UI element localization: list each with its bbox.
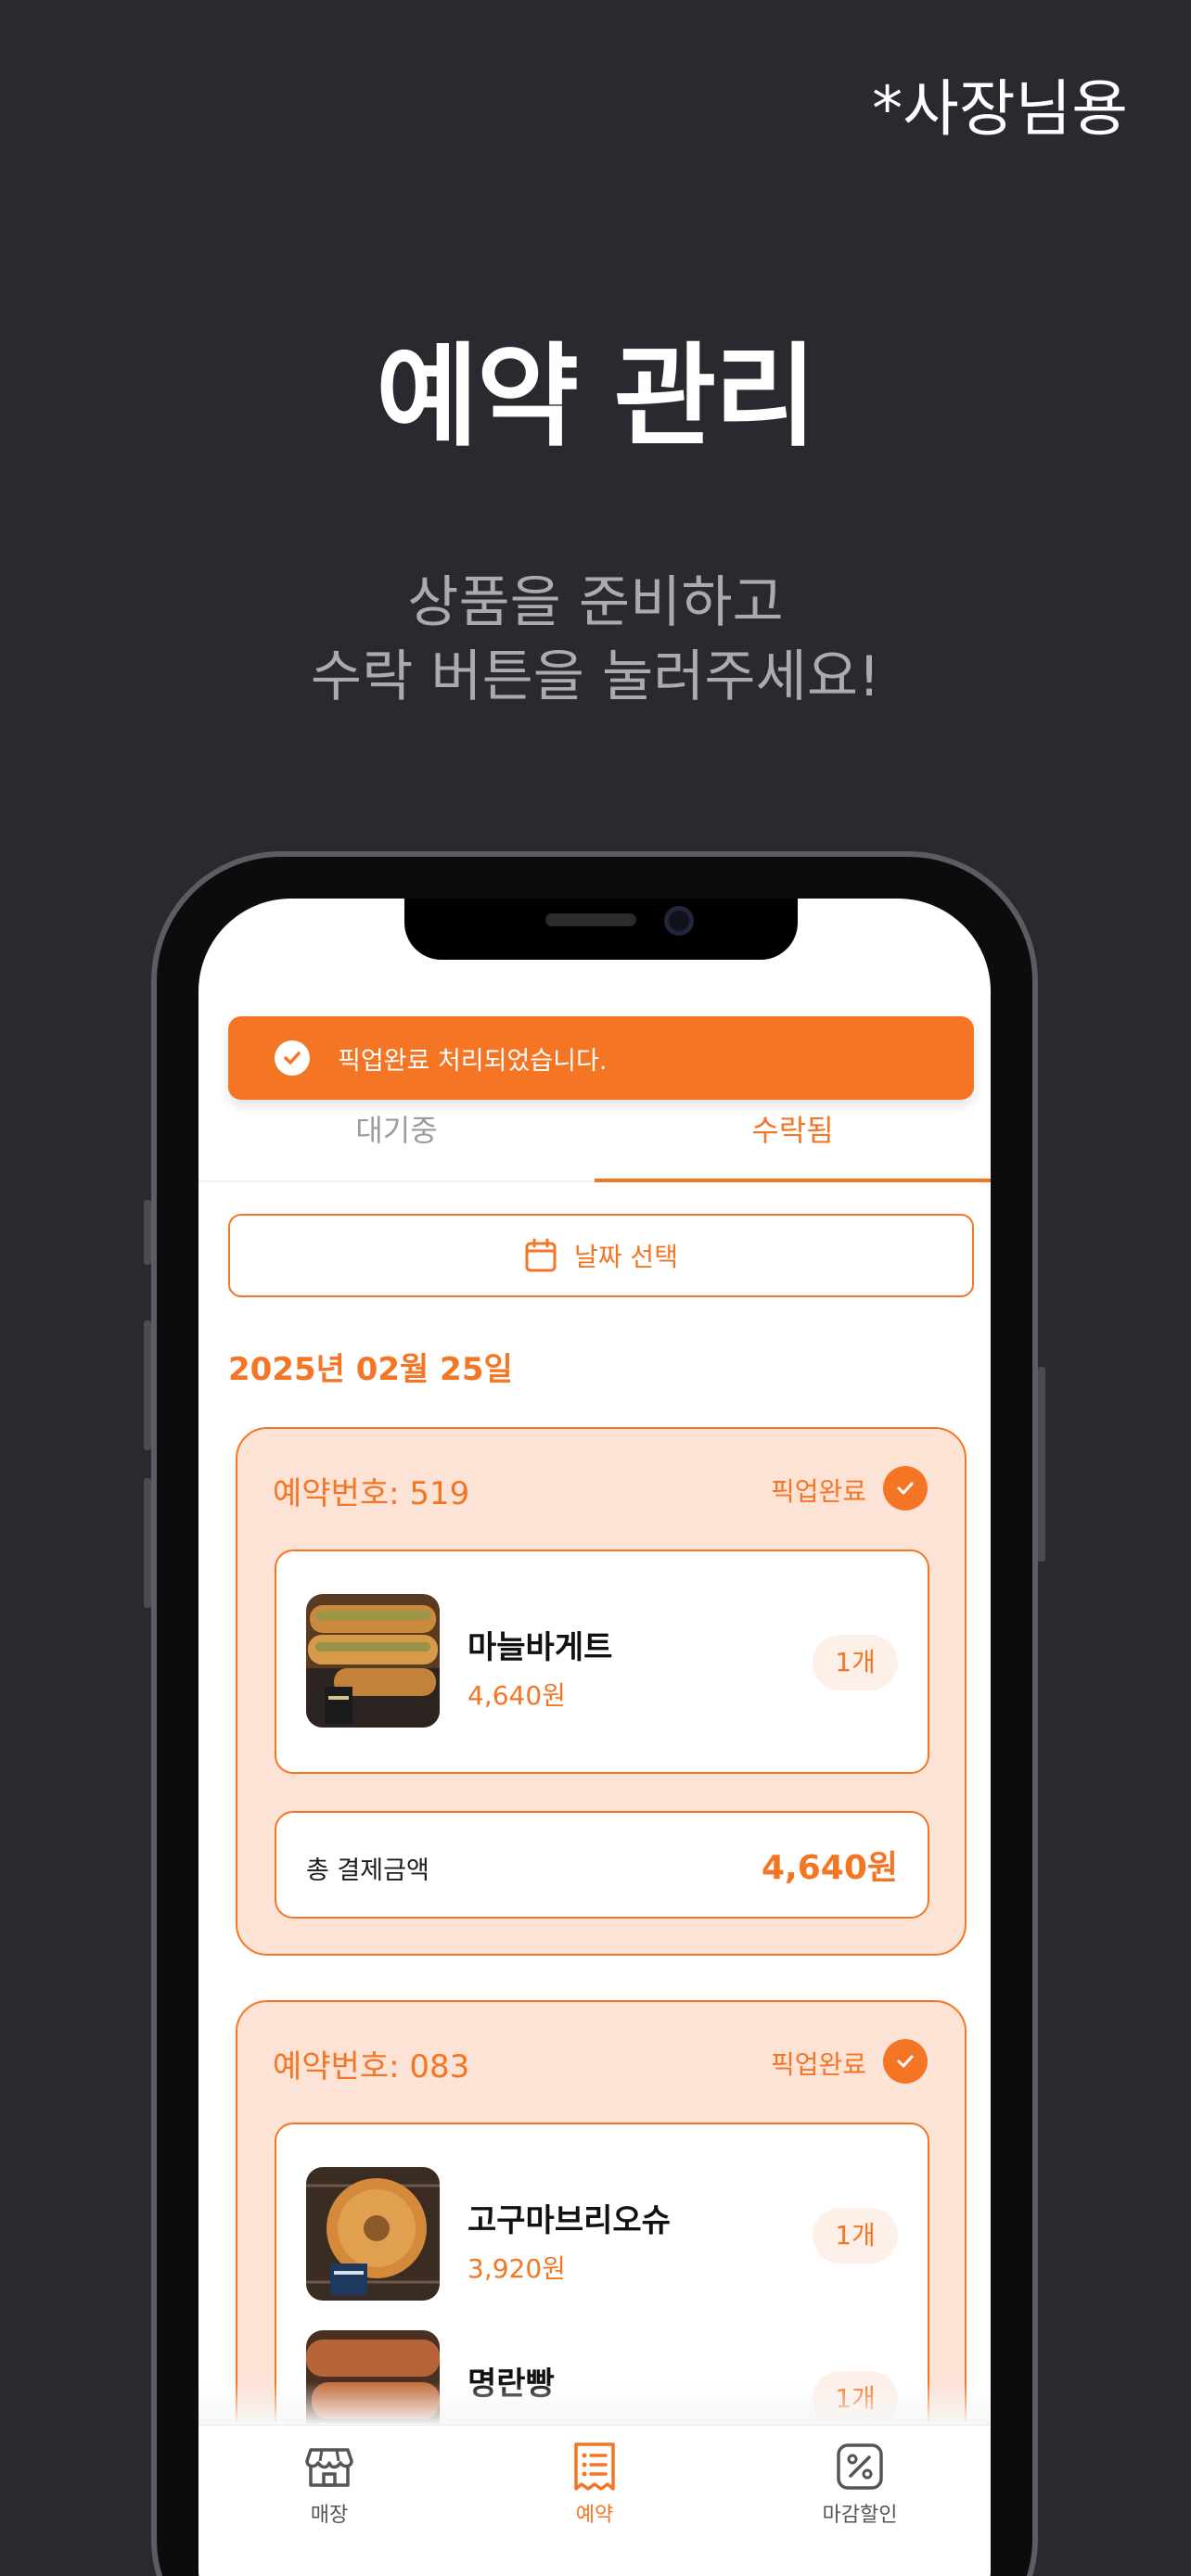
item-price: 3,920원 — [467, 2253, 566, 2284]
sweet-potato-brioche-photo — [306, 2167, 440, 2301]
bottom-navigation: 매장 예약 마감할인 — [198, 2425, 991, 2576]
order-items-box: 마늘바게트 4,640원 1개 — [275, 1549, 929, 1774]
speaker — [545, 913, 636, 926]
garlic-baguette-photo — [306, 1594, 440, 1728]
pickup-check-icon[interactable] — [883, 2039, 928, 2084]
total-label: 총 결제금액 — [306, 1856, 429, 1885]
calendar-icon — [525, 1238, 557, 1272]
front-camera — [664, 906, 694, 936]
subtitle-line-2: 수락 버튼을 눌러주세요! — [310, 644, 881, 709]
nav-store-label: 매장 — [310, 2504, 349, 2527]
scroll-fade — [198, 2382, 991, 2425]
phone-frame: 픽업완료 처리되었습니다. 대기중 수락됨 날짜 선택 2025년 02월 25… — [144, 851, 1045, 2576]
item-name: 고구마브리오슈 — [467, 2202, 671, 2239]
item-price: 4,640원 — [467, 1680, 566, 1711]
subtitle-line-1: 상품을 준비하고 — [407, 570, 784, 635]
nav-reservation-label: 예약 — [575, 2504, 614, 2527]
notch — [404, 899, 798, 960]
receipt-icon — [569, 2441, 621, 2493]
store-icon — [303, 2441, 355, 2493]
order-number: 예약번호: 083 — [273, 2048, 470, 2085]
date-heading: 2025년 02월 25일 — [228, 1351, 513, 1388]
tab-bar: 대기중 수락됨 — [198, 1103, 991, 1182]
nav-closing-discount[interactable]: 마감할인 — [767, 2441, 953, 2528]
nav-store[interactable]: 매장 — [237, 2441, 422, 2528]
order-card: 예약번호: 519 픽업완료 마늘바게트 4,640원 1개 총 결제금액 4,… — [236, 1427, 967, 1956]
check-circle-icon — [275, 1040, 310, 1076]
volume-down-button — [144, 1478, 151, 1608]
volume-up-button — [144, 1320, 151, 1450]
total-value: 4,640원 — [762, 1849, 898, 1887]
pickup-status-label: 픽업완료 — [770, 1476, 866, 1507]
item-quantity: 1개 — [813, 1635, 898, 1690]
toast-notification: 픽업완료 처리되었습니다. — [228, 1016, 974, 1100]
pickup-status-label: 픽업완료 — [770, 2049, 866, 2080]
item-quantity: 1개 — [813, 2208, 898, 2264]
order-total-box: 총 결제금액 4,640원 — [275, 1811, 929, 1919]
list-item: 마늘바게트 4,640원 1개 — [306, 1594, 900, 1728]
toast-message: 픽업완료 처리되었습니다. — [338, 1046, 608, 1076]
phone-screen: 픽업완료 처리되었습니다. 대기중 수락됨 날짜 선택 2025년 02월 25… — [198, 899, 991, 2576]
discount-icon — [834, 2441, 886, 2493]
date-select-button[interactable]: 날짜 선택 — [228, 1214, 974, 1297]
page-subtitle: 상품을 준비하고 수락 버튼을 눌러주세요! — [0, 566, 1191, 714]
tab-waiting[interactable]: 대기중 — [198, 1103, 595, 1182]
nav-closing-discount-label: 마감할인 — [822, 2504, 898, 2527]
mute-switch — [144, 1200, 151, 1265]
page-headline: 예약 관리 — [376, 333, 816, 462]
pickup-check-icon[interactable] — [883, 1466, 928, 1511]
item-name: 마늘바게트 — [467, 1629, 613, 1666]
list-item: 고구마브리오슈 3,920원 1개 — [306, 2167, 900, 2301]
date-select-label: 날짜 선택 — [574, 1242, 678, 1272]
order-number: 예약번호: 519 — [273, 1475, 470, 1512]
owner-tag: *사장님용 — [872, 73, 1128, 145]
nav-reservation[interactable]: 예약 — [502, 2441, 687, 2528]
tab-accepted[interactable]: 수락됨 — [595, 1103, 991, 1182]
power-button — [1038, 1367, 1045, 1562]
